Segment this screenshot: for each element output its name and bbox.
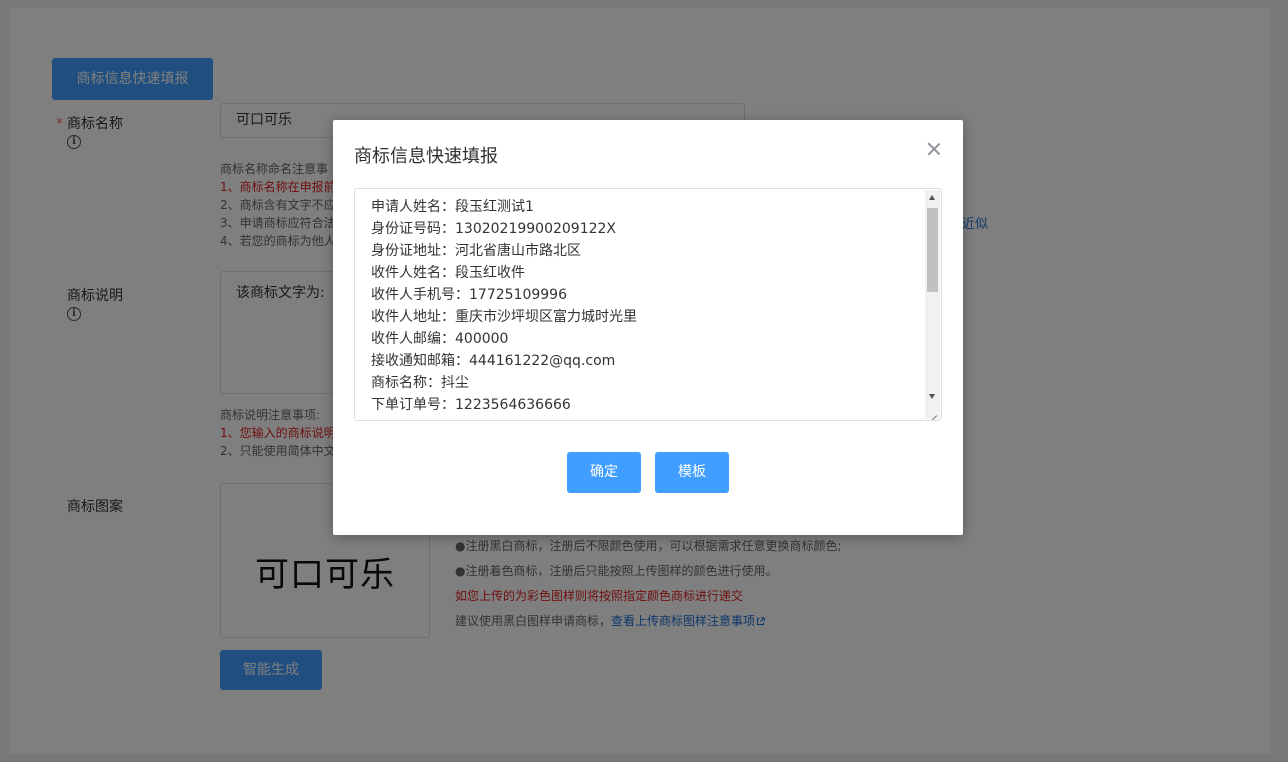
textarea-line: 申请人姓名：段玉红测试1 bbox=[371, 199, 534, 215]
template-button[interactable]: 模板 bbox=[655, 452, 729, 493]
textarea-line: 接收通知邮箱：444161222@qq.com bbox=[371, 353, 616, 369]
close-icon[interactable] bbox=[927, 142, 941, 156]
resize-handle-icon[interactable] bbox=[925, 404, 940, 419]
textarea-line: 身份证地址：河北省唐山市路北区 bbox=[371, 243, 581, 259]
scroll-up-arrow-icon[interactable] bbox=[929, 195, 935, 200]
vertical-scrollbar[interactable] bbox=[925, 190, 940, 405]
textarea-line: 收件人地址：重庆市沙坪坝区富力城时光里 bbox=[371, 309, 637, 325]
textarea-line: 收件人邮编：400000 bbox=[371, 331, 509, 347]
textarea-line: 身份证号码：13020219900209122X bbox=[371, 221, 617, 237]
quick-fill-dialog: 商标信息快速填报 申请人姓名：段玉红测试1 身份证号码：130202199002… bbox=[333, 120, 963, 535]
textarea-line: 商标名称：抖尘 bbox=[371, 375, 469, 391]
confirm-button[interactable]: 确定 bbox=[567, 452, 641, 493]
textarea-line: 收件人手机号：17725109996 bbox=[371, 287, 567, 303]
quick-fill-textarea[interactable]: 申请人姓名：段玉红测试1 身份证号码：13020219900209122X 身份… bbox=[354, 188, 942, 421]
scroll-down-arrow-icon[interactable] bbox=[929, 394, 935, 399]
textarea-content: 申请人姓名：段玉红测试1 身份证号码：13020219900209122X 身份… bbox=[371, 196, 637, 416]
textarea-line: 收件人姓名：段玉红收件 bbox=[371, 265, 525, 281]
dialog-title: 商标信息快速填报 bbox=[354, 146, 498, 167]
scrollbar-thumb[interactable] bbox=[927, 208, 938, 292]
textarea-line: 下单订单号：1223564636666 bbox=[371, 397, 571, 413]
